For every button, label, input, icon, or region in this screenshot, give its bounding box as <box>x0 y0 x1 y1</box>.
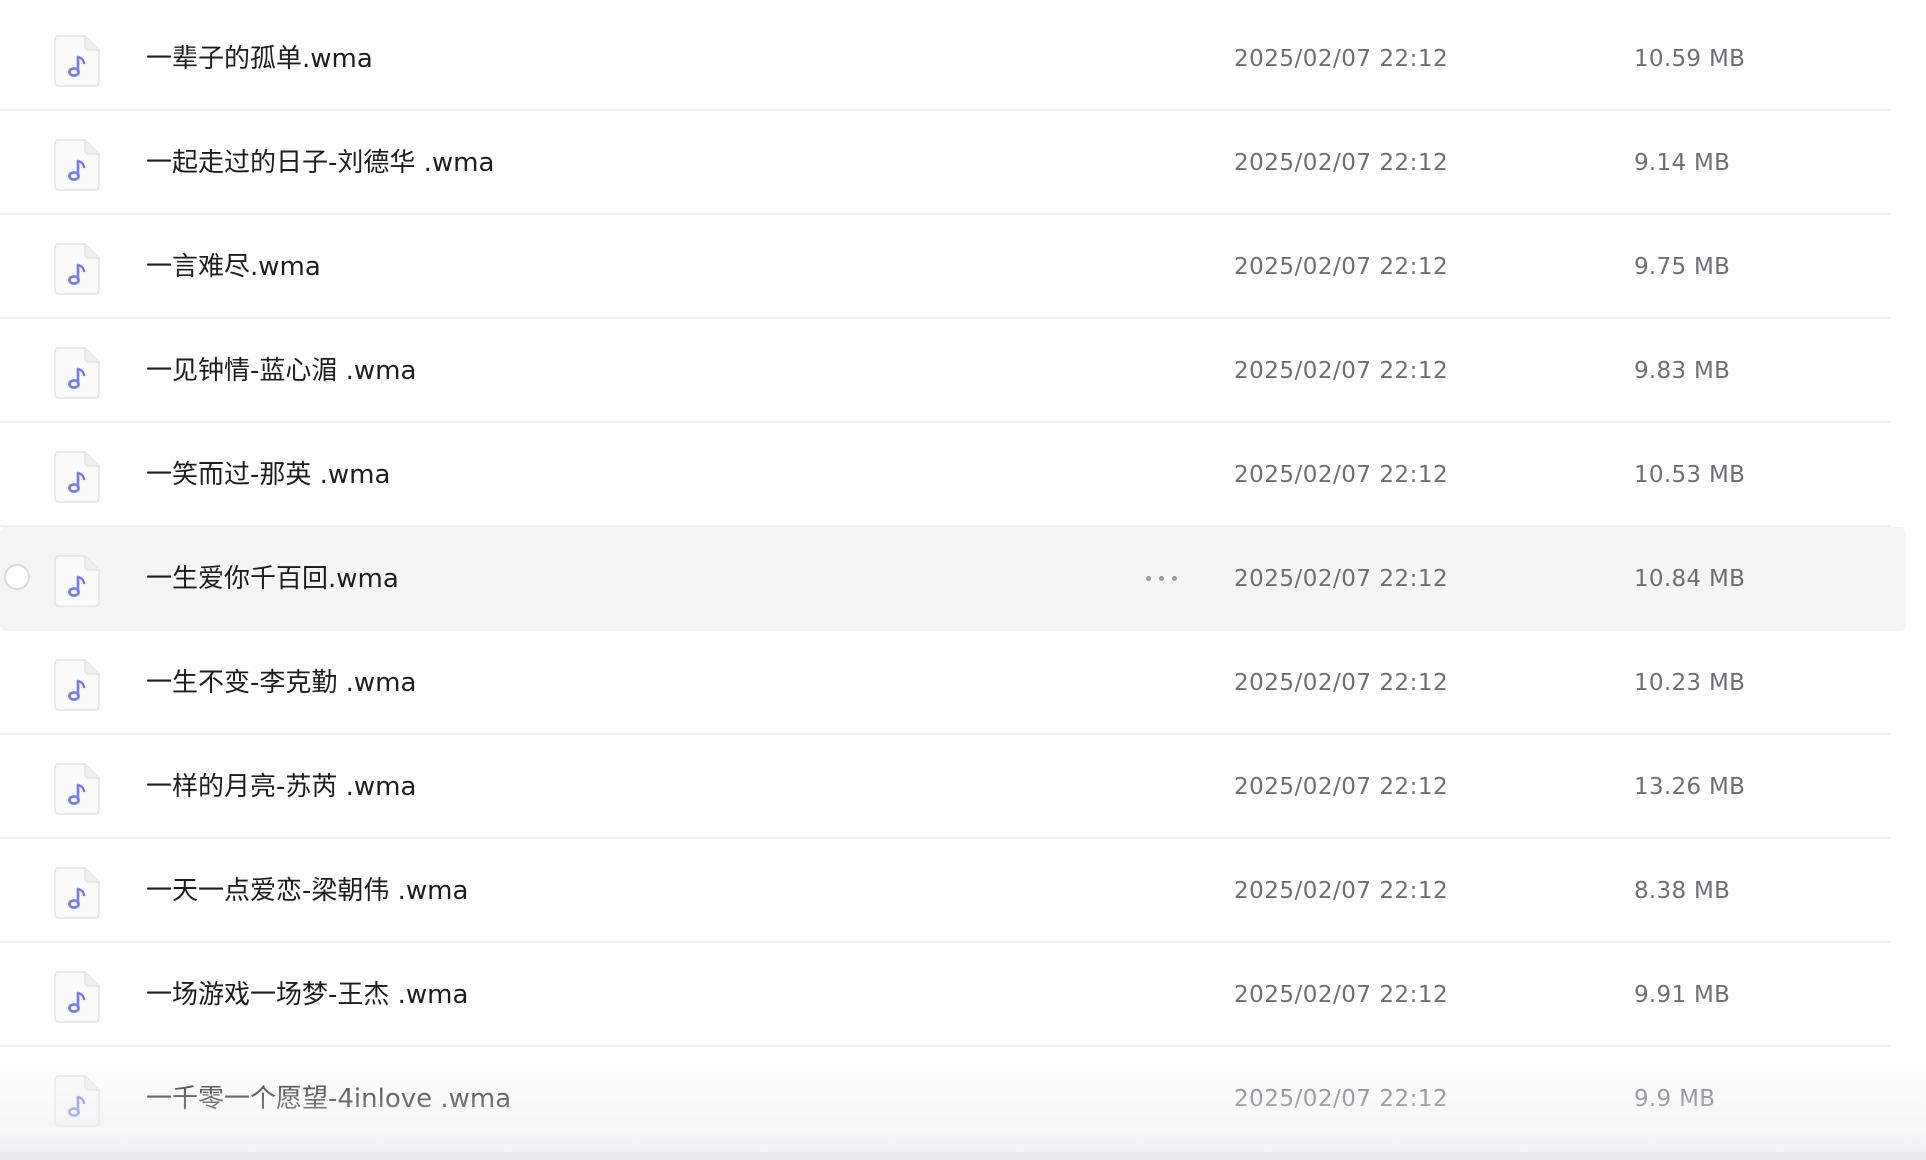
file-row[interactable]: 一千零一个愿望-4inlove .wma 2025/02/07 22:12 9.… <box>0 1047 1906 1151</box>
file-name: 一笑而过-那英 .wma <box>146 460 391 490</box>
file-row[interactable]: 一言难尽.wma 2025/02/07 22:12 9.75 MB <box>0 215 1906 319</box>
file-size: 10.84 MB <box>1634 566 1746 592</box>
file-modified-date: 2025/02/07 22:12 <box>1234 358 1449 384</box>
music-file-icon <box>54 867 100 919</box>
file-size: 9.75 MB <box>1634 254 1731 280</box>
file-row[interactable]: 一天一点爱恋-梁朝伟 .wma 2025/02/07 22:12 8.38 MB <box>0 839 1906 943</box>
file-name: 一言难尽.wma <box>146 252 321 282</box>
file-row[interactable]: 一样的月亮-苏芮 .wma 2025/02/07 22:12 13.26 MB <box>0 735 1906 839</box>
file-size: 13.26 MB <box>1634 774 1746 800</box>
file-modified-date: 2025/02/07 22:12 <box>1234 774 1449 800</box>
file-row-hovered[interactable]: 一生爱你千百回.wma 2025/02/07 22:12 10.84 MB <box>0 527 1906 631</box>
file-name: 一生不变-李克勤 .wma <box>146 668 417 698</box>
file-row[interactable]: 一起走过的日子-刘德华 .wma 2025/02/07 22:12 9.14 M… <box>0 111 1906 215</box>
file-name: 一辈子的孤单.wma <box>146 44 373 74</box>
file-size: 9.91 MB <box>1634 982 1731 1008</box>
music-file-icon <box>54 555 100 607</box>
file-modified-date: 2025/02/07 22:12 <box>1234 254 1449 280</box>
file-name: 一千零一个愿望-4inlove .wma <box>146 1084 512 1114</box>
file-size: 9.83 MB <box>1634 358 1731 384</box>
file-modified-date: 2025/02/07 22:12 <box>1234 46 1449 72</box>
music-file-icon <box>54 763 100 815</box>
file-modified-date: 2025/02/07 22:12 <box>1234 566 1449 592</box>
file-name: 一样的月亮-苏芮 .wma <box>146 772 417 802</box>
file-name: 一起走过的日子-刘德华 .wma <box>146 148 495 178</box>
file-modified-date: 2025/02/07 22:12 <box>1234 982 1449 1008</box>
file-modified-date: 2025/02/07 22:12 <box>1234 878 1449 904</box>
file-name: 一场游戏一场梦-王杰 .wma <box>146 980 469 1010</box>
file-size: 9.9 MB <box>1634 1086 1716 1112</box>
file-size: 9.14 MB <box>1634 150 1731 176</box>
file-row[interactable]: 一见钟情-蓝心湄 .wma 2025/02/07 22:12 9.83 MB <box>0 319 1906 423</box>
file-modified-date: 2025/02/07 22:12 <box>1234 150 1449 176</box>
select-checkbox[interactable] <box>4 564 30 590</box>
music-file-icon <box>54 971 100 1023</box>
music-file-icon <box>54 347 100 399</box>
file-name: 一见钟情-蓝心湄 .wma <box>146 356 417 386</box>
file-name: 一生爱你千百回.wma <box>146 564 399 594</box>
music-file-icon <box>54 1075 100 1127</box>
music-file-icon <box>54 243 100 295</box>
file-name: 一天一点爱恋-梁朝伟 .wma <box>146 876 469 906</box>
file-modified-date: 2025/02/07 22:12 <box>1234 670 1449 696</box>
file-modified-date: 2025/02/07 22:12 <box>1234 1086 1449 1112</box>
file-row[interactable]: 一笑而过-那英 .wma 2025/02/07 22:12 10.53 MB <box>0 423 1906 527</box>
file-size: 8.38 MB <box>1634 878 1731 904</box>
file-size: 10.23 MB <box>1634 670 1746 696</box>
file-row[interactable]: 一场游戏一场梦-王杰 .wma 2025/02/07 22:12 9.91 MB <box>0 943 1906 1047</box>
file-size: 10.59 MB <box>1634 46 1746 72</box>
more-options-button[interactable] <box>1140 563 1184 593</box>
file-row[interactable]: 一辈子的孤单.wma 2025/02/07 22:12 10.59 MB <box>0 7 1906 111</box>
bottom-bar <box>0 1152 1926 1160</box>
music-file-icon <box>54 659 100 711</box>
music-file-icon <box>54 451 100 503</box>
file-modified-date: 2025/02/07 22:12 <box>1234 462 1449 488</box>
music-file-icon <box>54 35 100 87</box>
file-list: 一辈子的孤单.wma 2025/02/07 22:12 10.59 MB 一起走… <box>0 0 1926 1160</box>
file-size: 10.53 MB <box>1634 462 1746 488</box>
music-file-icon <box>54 139 100 191</box>
file-row[interactable]: 一生不变-李克勤 .wma 2025/02/07 22:12 10.23 MB <box>0 631 1906 735</box>
